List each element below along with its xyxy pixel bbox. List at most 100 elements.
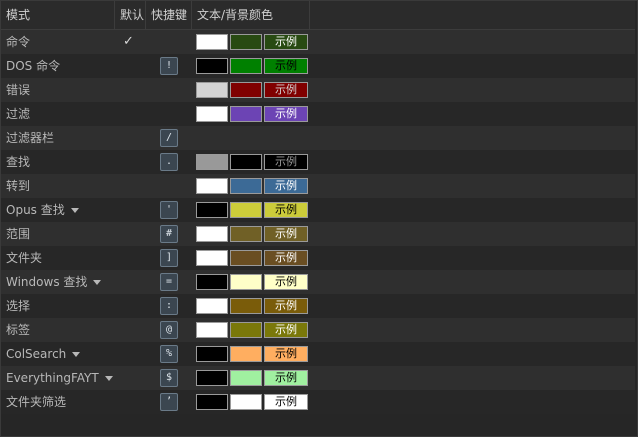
shortcut-key-badge[interactable]: @ — [160, 321, 178, 339]
shortcut-key-badge[interactable]: = — [160, 273, 178, 291]
color-sample-preview: 示例 — [264, 226, 308, 242]
color-sample-preview: 示例 — [264, 82, 308, 98]
mode-label: ColSearch — [6, 347, 67, 361]
shortcut-key-badge[interactable]: ! — [160, 57, 178, 75]
mode-name: EverythingFAYT — [6, 366, 113, 390]
mode-label: 过滤器栏 — [6, 131, 55, 145]
shortcut-key-badge[interactable]: % — [160, 345, 178, 363]
text-color-swatch[interactable] — [196, 106, 228, 122]
mode-name: 过滤 — [6, 102, 30, 126]
background-color-swatch[interactable] — [230, 274, 262, 290]
text-color-swatch[interactable] — [196, 82, 228, 98]
color-sample-preview: 示例 — [264, 250, 308, 266]
text-color-swatch[interactable] — [196, 154, 228, 170]
shortcut-key-badge[interactable]: # — [160, 225, 178, 243]
color-sample-preview: 示例 — [264, 346, 308, 362]
table-row[interactable]: 范围 # 示例 — [1, 222, 635, 246]
background-color-swatch[interactable] — [230, 34, 262, 50]
table-row[interactable]: 文件夹] 示例 — [1, 246, 635, 270]
table-row[interactable]: EverythingFAYT $ 示例 — [1, 366, 635, 390]
table-row[interactable]: 查找. 示例 — [1, 150, 635, 174]
dropdown-caret-icon[interactable] — [72, 352, 81, 357]
dropdown-caret-icon[interactable] — [93, 280, 102, 285]
color-sample-preview: 示例 — [264, 370, 308, 386]
mode-name: 过滤器栏 — [6, 126, 54, 150]
color-sample-preview: 示例 — [264, 298, 308, 314]
column-header-shortcut[interactable]: 快捷键 — [146, 1, 192, 29]
table-row[interactable]: Opus 查找 ' 示例 — [1, 198, 635, 222]
mode-label: 命令 — [6, 35, 31, 49]
text-color-swatch[interactable] — [196, 322, 228, 338]
mode-label: 过滤 — [6, 107, 31, 121]
mode-label: 范围 — [6, 227, 31, 241]
dropdown-caret-icon[interactable] — [70, 208, 79, 213]
background-color-swatch[interactable] — [230, 394, 262, 410]
background-color-swatch[interactable] — [230, 370, 262, 386]
background-color-swatch[interactable] — [230, 346, 262, 362]
background-color-swatch[interactable] — [230, 82, 262, 98]
shortcut-key-badge[interactable]: . — [160, 153, 178, 171]
text-color-swatch[interactable] — [196, 346, 228, 362]
mode-name: Opus 查找 — [6, 198, 79, 222]
mode-label: EverythingFAYT — [6, 371, 99, 385]
table-row[interactable]: 文件夹筛选 ’ 示例 — [1, 390, 635, 414]
mode-label: DOS 命令 — [6, 59, 61, 73]
table-row[interactable]: ColSearch% 示例 — [1, 342, 635, 366]
shortcut-key-badge[interactable]: $ — [160, 369, 178, 387]
column-header-colors[interactable]: 文本/背景颜色 — [192, 1, 310, 29]
background-color-swatch[interactable] — [230, 322, 262, 338]
text-color-swatch[interactable] — [196, 394, 228, 410]
text-color-swatch[interactable] — [196, 250, 228, 266]
dropdown-caret-icon[interactable] — [104, 376, 113, 381]
shortcut-key-badge[interactable]: ] — [160, 249, 178, 267]
mode-name: 标签 — [6, 318, 30, 342]
mode-name: 错误 — [6, 78, 30, 102]
text-color-swatch[interactable] — [196, 202, 228, 218]
mode-label: 错误 — [6, 83, 31, 97]
mode-label: 转到 — [6, 179, 31, 193]
color-sample-preview: 示例 — [264, 34, 308, 50]
background-color-swatch[interactable] — [230, 202, 262, 218]
table-row[interactable]: 标签 @ 示例 — [1, 318, 635, 342]
color-sample-preview: 示例 — [264, 106, 308, 122]
text-color-swatch[interactable] — [196, 58, 228, 74]
background-color-swatch[interactable] — [230, 226, 262, 242]
text-color-swatch[interactable] — [196, 370, 228, 386]
table-row[interactable]: 选择: 示例 — [1, 294, 635, 318]
table-row[interactable]: 命令 ✓ 示例 — [1, 30, 635, 54]
color-sample-preview: 示例 — [264, 394, 308, 410]
table-row[interactable]: 过滤器栏 / — [1, 126, 635, 150]
shortcut-key-badge[interactable]: ' — [160, 201, 178, 219]
shortcut-key-badge[interactable]: / — [160, 129, 178, 147]
mode-label: 文件夹 — [6, 251, 43, 265]
background-color-swatch[interactable] — [230, 154, 262, 170]
background-color-swatch[interactable] — [230, 250, 262, 266]
mode-name: Windows 查找 — [6, 270, 102, 294]
background-color-swatch[interactable] — [230, 106, 262, 122]
text-color-swatch[interactable] — [196, 274, 228, 290]
mode-name: 范围 — [6, 222, 30, 246]
text-color-swatch[interactable] — [196, 298, 228, 314]
column-header-default[interactable]: 默认 — [115, 1, 146, 29]
table-row[interactable]: 过滤 示例 — [1, 102, 635, 126]
background-color-swatch[interactable] — [230, 298, 262, 314]
mode-label: 查找 — [6, 155, 31, 169]
table-row[interactable]: 转到 示例 — [1, 174, 635, 198]
mode-name: 转到 — [6, 174, 30, 198]
text-color-swatch[interactable] — [196, 226, 228, 242]
mode-name: DOS 命令 — [6, 54, 60, 78]
shortcut-key-badge[interactable]: : — [160, 297, 178, 315]
background-color-swatch[interactable] — [230, 178, 262, 194]
color-sample-preview: 示例 — [264, 274, 308, 290]
mode-name: 文件夹筛选 — [6, 390, 66, 414]
text-color-swatch[interactable] — [196, 34, 228, 50]
table-row[interactable]: Windows 查找 = 示例 — [1, 270, 635, 294]
text-color-swatch[interactable] — [196, 178, 228, 194]
mode-label: 标签 — [6, 323, 31, 337]
table-row[interactable]: DOS 命令! 示例 — [1, 54, 635, 78]
default-check-icon[interactable]: ✓ — [123, 30, 134, 54]
shortcut-key-badge[interactable]: ’ — [160, 393, 178, 411]
background-color-swatch[interactable] — [230, 58, 262, 74]
column-header-mode[interactable]: 模式 — [1, 1, 115, 29]
table-row[interactable]: 错误 示例 — [1, 78, 635, 102]
